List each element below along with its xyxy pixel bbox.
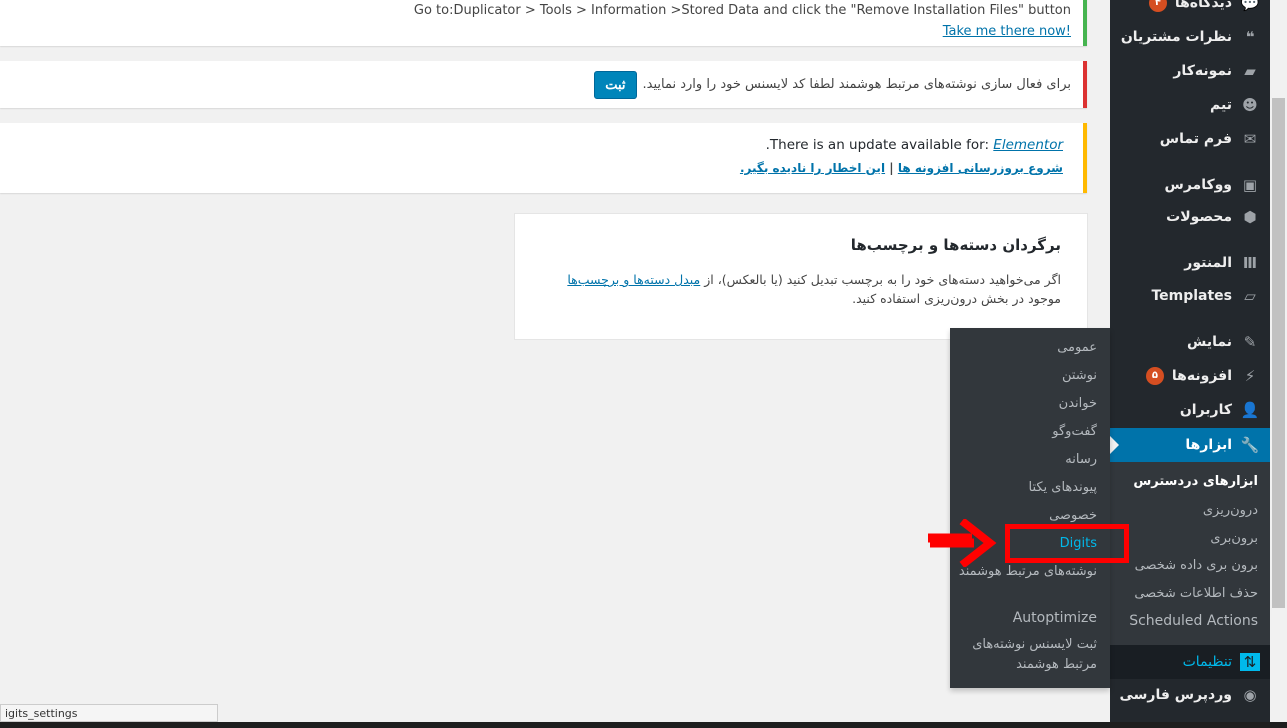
duplicator-notice: Go to:Duplicator > Tools > Information >… (0, 0, 1087, 46)
sidebar-item-7[interactable]: Ⅲ المنتور (1110, 246, 1270, 280)
sidebar-item-label: نمایش (1187, 334, 1232, 350)
elementor-icon: Ⅲ (1242, 254, 1258, 272)
scrollbar[interactable] (1270, 0, 1287, 722)
sidebar-item-label: تنظیمات (1182, 654, 1232, 670)
sidebar-item-label: تیم (1210, 97, 1232, 113)
plugin-icon: ⚡ (1244, 367, 1256, 385)
sidebar-item-label: المنتور (1184, 255, 1232, 271)
sidebar-item-11[interactable]: 👤 کاربران (1110, 393, 1270, 427)
sidebar-item-label: افزونه‌ها (1171, 368, 1232, 384)
sidebar-item-label: Templates (1151, 288, 1232, 304)
flyout-item[interactable]: گفت‌وگو (957, 422, 1097, 442)
separator: | (889, 161, 894, 175)
woo-icon: ▣ (1242, 176, 1258, 194)
card-text: اگر می‌خواهید دسته‌های خود را به برچسب ت… (700, 272, 1061, 287)
folder-icon: ▰ (1244, 62, 1256, 80)
sidebar-item-2[interactable]: ▰ نمونه‌کار (1110, 54, 1270, 88)
settings-icon: ⇅ (1240, 653, 1260, 671)
sidebar-item-9[interactable]: ✎ نمایش (1110, 325, 1270, 359)
taskbar (0, 722, 1287, 728)
sidebar-item-8[interactable]: ▱ Templates (1110, 279, 1270, 313)
tools-submenu-item[interactable]: حذف اطلاعات شخصی (1134, 586, 1258, 601)
sidebar-item-1[interactable]: ❝ نظرات مشتریان (1110, 20, 1270, 54)
flyout-item[interactable]: پیوندهای یکتا (957, 478, 1097, 498)
flyout-item[interactable]: رسانه (957, 450, 1097, 470)
sidebar-item-3[interactable]: ☻ تیم (1110, 88, 1270, 122)
sidebar-item-14[interactable]: ◉ وردپرس فارسی (1110, 678, 1270, 712)
scrollbar-thumb[interactable] (1272, 98, 1285, 608)
sidebar-item-4[interactable]: ✉ فرم تماس (1110, 122, 1270, 156)
license-text: برای فعال سازی نوشته‌های مرتبط هوشمند لط… (642, 77, 1072, 92)
settings-flyout-menu: عمومی نوشتن خواندن گفت‌وگو رسانه پیوندهای یکت… (950, 328, 1110, 688)
sidebar-item-5[interactable]: ▣ ووکامرس (1110, 168, 1270, 202)
mail-icon: ✉ (1243, 130, 1257, 148)
brush-icon: ✎ (1243, 333, 1257, 351)
dismiss-link[interactable]: این اخطار را نادیده بگیر. (740, 161, 885, 175)
sidebar-item-13[interactable]: ⇅ تنظیمات (1110, 645, 1270, 679)
tools-submenu-item[interactable]: برون بری داده شخصی (1135, 558, 1258, 573)
arrow-annotation-icon (928, 519, 997, 567)
sidebar-item-label: ووکامرس (1164, 177, 1233, 193)
card-text-end: موجود در بخش درون‌ریزی استفاده کنید. (852, 291, 1061, 306)
license-notice: برای فعال سازی نوشته‌های مرتبط هوشمند لط… (0, 61, 1087, 108)
category-converter-card: برگردان دسته‌ها و برچسب‌ها اگر می‌خواهید… (514, 213, 1088, 340)
comment-icon: 💬 (1240, 0, 1260, 12)
tools-submenu-item[interactable]: برون‌بری (1210, 531, 1258, 546)
current-menu-arrow-icon (1110, 436, 1119, 454)
sidebar-item-label: نمونه‌کار (1173, 63, 1232, 79)
flyout-item[interactable]: نوشتن (957, 366, 1097, 386)
wp-farsi-icon: ◉ (1243, 686, 1257, 704)
sidebar-item-label: دیدگاه‌ها (1174, 0, 1232, 11)
folder-open-icon: ▱ (1244, 287, 1256, 305)
digits-highlight-box (1005, 524, 1129, 563)
wrench-icon: 🔧 (1240, 436, 1260, 454)
flyout-item[interactable]: خواندن (957, 394, 1097, 414)
tools-submenu-item[interactable]: ابزارهای دردسترس (1133, 474, 1258, 489)
sidebar-item-12[interactable]: 🔧 ابزارها (1110, 428, 1270, 462)
tools-submenu-item[interactable]: درون‌ریزی (1203, 503, 1258, 518)
sidebar-item-label: فرم تماس (1159, 131, 1232, 147)
count-badge: ۴ (1148, 0, 1167, 12)
elementor-link[interactable]: Elementor (993, 137, 1063, 153)
flyout-item[interactable]: عمومی (957, 338, 1097, 358)
take-me-there-link[interactable]: Take me there now! (943, 24, 1071, 39)
admin-sidebar: ابزارهای دردسترس درون‌ریزی برون‌بری برون بر… (1110, 0, 1270, 722)
team-icon: ☻ (1242, 96, 1258, 114)
sidebar-item-10[interactable]: ⚡ افزونه‌ها ۵ (1110, 359, 1270, 393)
sidebar-item-label: نظرات مشتریان (1120, 29, 1232, 45)
count-badge: ۵ (1145, 367, 1164, 385)
quote-icon: ❝ (1245, 28, 1255, 46)
flyout-item[interactable]: ثبت لایسنس نوشته‌های مرتبط هوشمند (957, 635, 1097, 675)
update-text: There is an update available for: (769, 137, 994, 153)
user-icon: 👤 (1240, 401, 1260, 419)
converter-link[interactable]: مبدل دسته‌ها و برچسب‌ها (567, 272, 700, 287)
tools-submenu: ابزارهای دردسترس درون‌ریزی برون‌بری برون بر… (1110, 462, 1270, 645)
sidebar-item-label: ابزارها (1185, 437, 1232, 453)
tools-submenu-item[interactable]: Scheduled Actions (1129, 613, 1258, 629)
status-bar-url: igits_settings (0, 704, 218, 722)
card-title: برگردان دسته‌ها و برچسب‌ها (850, 236, 1061, 254)
sidebar-item-0[interactable]: 💬 دیدگاه‌ها ۴ (1110, 0, 1270, 20)
sidebar-item-label: محصولات (1166, 209, 1232, 225)
sidebar-item-label: وردپرس فارسی (1119, 687, 1232, 703)
sidebar-item-6[interactable]: ⬢ محصولات (1110, 200, 1270, 234)
flyout-item[interactable]: Autoptimize (957, 608, 1097, 628)
update-notice: .There is an update available for: Eleme… (0, 123, 1087, 193)
sidebar-item-label: کاربران (1179, 402, 1232, 418)
box-icon: ⬢ (1243, 208, 1257, 226)
license-submit-button[interactable]: ثبت (594, 70, 637, 99)
duplicator-text: Go to:Duplicator > Tools > Information >… (413, 3, 1071, 18)
begin-update-link[interactable]: شروع بروزرسانی افزونه ها (898, 161, 1063, 175)
